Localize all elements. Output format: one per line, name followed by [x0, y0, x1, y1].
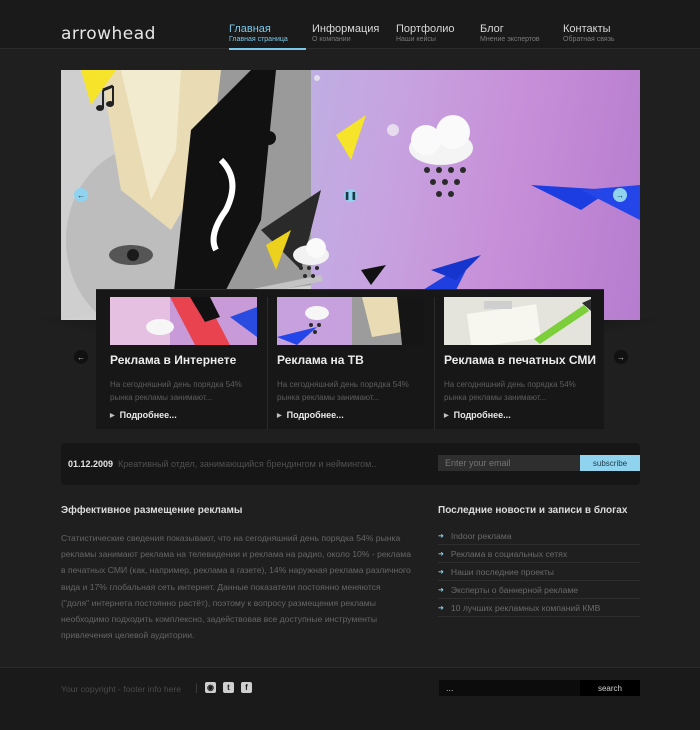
nav-item-home[interactable]: Главная Главная страница — [229, 23, 306, 50]
rss-icon[interactable]: ◉ — [205, 682, 216, 693]
email-field[interactable] — [438, 455, 580, 471]
arrow-left-icon: ← — [77, 352, 85, 362]
features-prev-button[interactable]: ← — [74, 350, 88, 364]
more-label: Подробнее... — [286, 410, 344, 420]
nav-label: Контакты — [563, 23, 611, 35]
list-item[interactable]: ➜ 10 лучших рекламных компаний КМВ — [438, 599, 640, 617]
arrow-right-icon: ➜ — [438, 586, 444, 594]
article-body: Статистические сведения показывают, что … — [61, 533, 411, 641]
feature-boxes: Реклама в Интернете На сегодняшний день … — [96, 289, 604, 430]
features-next-button[interactable]: → — [614, 350, 628, 364]
list-item-label: Indoor реклама — [450, 530, 512, 541]
feature-more-link[interactable]: ▶ Подробнее... — [444, 410, 594, 420]
rss-glyph: ◉ — [207, 683, 214, 692]
more-label: Подробнее... — [119, 410, 177, 420]
footer: Your copyright - footer info here | ◉ t … — [0, 667, 700, 730]
list-item[interactable]: ➜ Indoor реклама — [438, 527, 640, 545]
news-date: 01.12.2009 — [68, 459, 114, 469]
facebook-icon[interactable]: f — [241, 682, 252, 693]
facebook-glyph: f — [245, 683, 248, 692]
arrow-right-icon: → — [616, 190, 624, 200]
slider-next-button[interactable]: → — [613, 188, 627, 202]
header: arrowhead Главная Главная страница Инфор… — [0, 0, 700, 50]
feature-title[interactable]: Реклама в печатных СМИ — [444, 353, 596, 367]
nav-item-info[interactable]: Информация О компании — [312, 23, 392, 50]
list-item[interactable]: ➜ Реклама в социальных сетях — [438, 545, 640, 563]
slider-pause-button[interactable]: ❚❚ — [344, 189, 357, 202]
feature-text: На сегодняшний день порядка 54% рынка ре… — [277, 380, 409, 402]
feature-more-link[interactable]: ▶ Подробнее... — [110, 410, 260, 420]
list-item[interactable]: ➜ Наши последние проекты — [438, 563, 640, 581]
nav-sublabel: Мнение экспертов — [480, 36, 540, 43]
twitter-icon[interactable]: t — [223, 682, 234, 693]
hero-slider[interactable]: ← ❚❚ → — [61, 70, 640, 320]
list-item[interactable]: ➜ Эксперты о баннерной рекламе — [438, 581, 640, 599]
news-list: ➜ Indoor реклама ➜ Реклама в социальных се… — [438, 527, 640, 617]
nav-label: Главная — [229, 23, 271, 35]
arrow-right-icon: ➜ — [438, 550, 444, 558]
search-button[interactable]: search — [580, 680, 640, 696]
arrow-right-icon: ➜ — [438, 532, 444, 540]
nav-label: Портфолио — [396, 23, 455, 35]
feature-text: На сегодняшний день порядка 54% рынка ре… — [444, 380, 576, 402]
copyright-text: Your copyright - footer info here — [61, 684, 182, 694]
subscribe-button[interactable]: subscribe — [580, 455, 640, 471]
nav-item-portfolio[interactable]: Портфолио Наши кейсы — [396, 23, 476, 50]
nav-item-blog[interactable]: Блог Мнение экспертов — [480, 23, 560, 50]
footer-separator: | — [195, 683, 198, 694]
list-item-label: Эксперты о баннерной рекламе — [450, 584, 579, 595]
divider — [267, 297, 268, 430]
arrow-right-icon: → — [617, 352, 625, 362]
feature-thumbnail-image — [444, 297, 591, 345]
arrow-left-icon: ← — [77, 190, 85, 200]
arrow-right-icon: ➜ — [438, 568, 444, 576]
list-item-label: Наши последние проекты — [450, 566, 554, 577]
slider-prev-button[interactable]: ← — [74, 188, 88, 202]
search-input[interactable] — [439, 680, 580, 696]
feature-item: Реклама в печатных СМИ На сегодняшний де… — [444, 297, 596, 427]
logo[interactable]: arrowhead — [61, 24, 156, 44]
feature-more-link[interactable]: ▶ Подробнее... — [277, 410, 427, 420]
news-section-title: Последние новости и записи в блогах — [438, 505, 628, 516]
more-label: Подробнее... — [453, 410, 511, 420]
triangle-right-icon: ▶ — [110, 412, 115, 419]
news-headline[interactable]: Креативный отдел, занимающийся брендинго… — [118, 459, 376, 469]
divider — [434, 297, 435, 430]
arrow-right-icon: ➜ — [438, 604, 444, 612]
pause-icon: ❚❚ — [343, 191, 358, 200]
nav-sublabel: Обратная связь — [563, 36, 615, 43]
news-ticker-bar: 01.12.2009 Креативный отдел, занимающийс… — [61, 443, 640, 485]
triangle-right-icon: ▶ — [444, 412, 449, 419]
twitter-glyph: t — [227, 683, 230, 692]
feature-thumbnail[interactable] — [277, 297, 424, 345]
nav-sublabel: Наши кейсы — [396, 36, 436, 43]
list-item-label: Реклама в социальных сетях — [450, 548, 568, 559]
nav-label: Блог — [480, 23, 504, 35]
feature-item: Реклама на ТВ На сегодняшний день порядк… — [277, 297, 427, 427]
nav-sublabel: Главная страница — [229, 36, 288, 43]
article-title: Эффективное размещение рекламы — [61, 505, 243, 516]
nav-sublabel: О компании — [312, 36, 351, 43]
feature-thumbnail-image — [110, 297, 257, 345]
nav-label: Информация — [312, 23, 380, 35]
list-item-label: 10 лучших рекламных компаний КМВ — [450, 602, 601, 613]
feature-title[interactable]: Реклама на ТВ — [277, 353, 427, 367]
nav-item-contacts[interactable]: Контакты Обратная связь — [563, 23, 643, 50]
feature-title[interactable]: Реклама в Интернете — [110, 353, 260, 367]
triangle-right-icon: ▶ — [277, 412, 282, 419]
feature-thumbnail[interactable] — [110, 297, 257, 345]
feature-text: На сегодняшний день порядка 54% рынка ре… — [110, 380, 242, 402]
feature-item: Реклама в Интернете На сегодняшний день … — [110, 297, 260, 427]
feature-thumbnail-image — [277, 297, 424, 345]
feature-thumbnail[interactable] — [444, 297, 591, 345]
